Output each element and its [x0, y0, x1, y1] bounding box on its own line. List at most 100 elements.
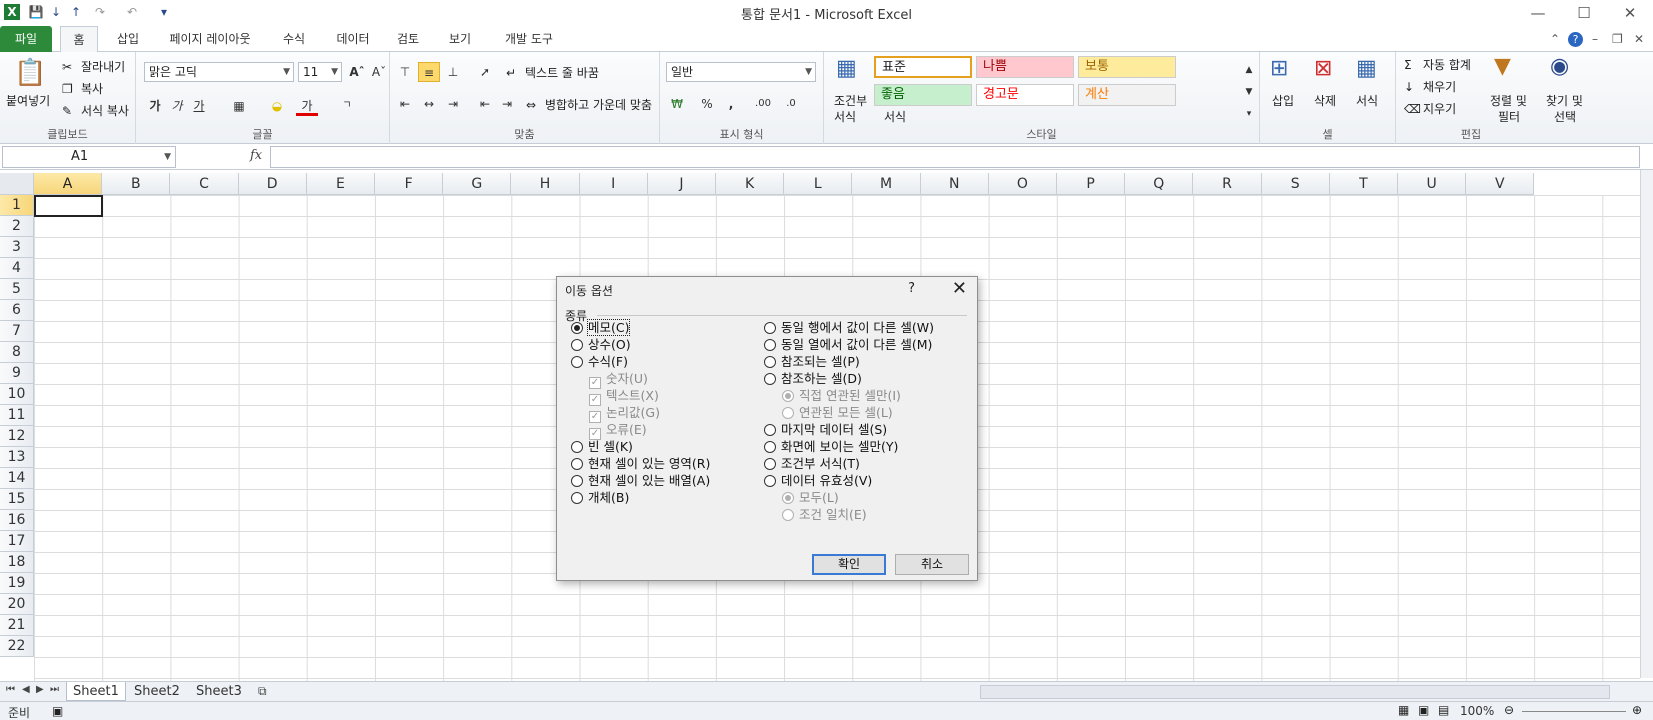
- minimize-ribbon-icon[interactable]: ⌃: [1550, 32, 1560, 46]
- font-color-button[interactable]: 가: [296, 96, 318, 116]
- cancel-button[interactable]: 취소: [895, 554, 969, 575]
- radio-button[interactable]: [764, 339, 776, 351]
- close-icon[interactable]: ✕: [1607, 0, 1653, 26]
- row-header[interactable]: 9: [0, 363, 34, 384]
- radio-button[interactable]: [571, 356, 583, 368]
- row-header[interactable]: 19: [0, 573, 34, 594]
- conditional-format-button[interactable]: 조건부: [834, 92, 867, 109]
- radio-button[interactable]: [764, 441, 776, 453]
- right-option[interactable]: 마지막 데이터 셀(S): [764, 421, 887, 438]
- radio-button[interactable]: [764, 424, 776, 436]
- column-header[interactable]: T: [1329, 173, 1398, 195]
- left-option[interactable]: 상수(O): [571, 336, 631, 353]
- column-header[interactable]: M: [852, 173, 921, 195]
- radio-button[interactable]: [571, 492, 583, 504]
- column-header[interactable]: Q: [1125, 173, 1194, 195]
- tab-review[interactable]: 검토: [388, 26, 428, 52]
- percent-icon[interactable]: %: [696, 94, 718, 114]
- tab-developer[interactable]: 개발 도구: [494, 26, 564, 52]
- left-option[interactable]: 개체(B): [571, 489, 629, 506]
- row-header[interactable]: 17: [0, 531, 34, 552]
- copy-button[interactable]: ❐ 복사: [62, 80, 103, 98]
- clear-button[interactable]: ⌫ 지우기: [1404, 100, 1456, 118]
- format-cells-icon[interactable]: ▦: [1356, 56, 1377, 81]
- cut-button[interactable]: ✂ 잘라내기: [62, 58, 125, 76]
- new-sheet-icon[interactable]: ⧉: [258, 684, 267, 699]
- align-left-icon[interactable]: ⇤: [394, 94, 416, 114]
- left-option[interactable]: 메모(C): [571, 319, 631, 336]
- window-minimize-icon[interactable]: –: [1592, 32, 1598, 46]
- tab-home[interactable]: 홈: [60, 26, 98, 53]
- row-header[interactable]: 16: [0, 510, 34, 531]
- radio-button[interactable]: [764, 373, 776, 385]
- paste-icon[interactable]: 📋: [14, 58, 46, 88]
- window-close-icon[interactable]: ✕: [1634, 32, 1644, 46]
- italic-button[interactable]: 가: [166, 96, 188, 116]
- sheet-tab-3[interactable]: Sheet3: [190, 682, 248, 701]
- format-painter-button[interactable]: ✎ 서식 복사: [62, 102, 129, 120]
- row-header[interactable]: 18: [0, 552, 34, 573]
- left-option[interactable]: 현재 셀이 있는 영역(R): [571, 455, 710, 472]
- delete-cells-icon[interactable]: ⊠: [1314, 56, 1332, 81]
- cell-style-4[interactable]: 경고문: [976, 84, 1074, 106]
- radio-button[interactable]: [764, 475, 776, 487]
- row-header[interactable]: 13: [0, 447, 34, 468]
- fill-color-icon[interactable]: ◒: [266, 96, 288, 116]
- minimize-icon[interactable]: —: [1515, 0, 1561, 26]
- right-option[interactable]: 참조하는 셀(D): [764, 370, 862, 387]
- row-header[interactable]: 5: [0, 279, 34, 300]
- vertical-scrollbar[interactable]: [1640, 170, 1653, 678]
- tab-formulas[interactable]: 수식: [272, 26, 316, 52]
- row-header[interactable]: 4: [0, 258, 34, 279]
- right-option[interactable]: 동일 열에서 값이 다른 셀(M): [764, 336, 932, 353]
- phonetic-guide-icon[interactable]: ㄱ: [336, 96, 358, 116]
- column-header[interactable]: S: [1261, 173, 1330, 195]
- sheet-tab-2[interactable]: Sheet2: [128, 682, 186, 701]
- sheet-tab-1[interactable]: Sheet1: [66, 682, 126, 701]
- wrap-text-button[interactable]: ↵ 텍스트 줄 바꿈: [506, 64, 599, 82]
- macro-record-icon[interactable]: ▣: [52, 704, 63, 718]
- delete-cells-button[interactable]: 삭제: [1314, 92, 1336, 109]
- radio-button[interactable]: [571, 475, 583, 487]
- insert-cells-button[interactable]: 삽입: [1272, 92, 1294, 109]
- decrease-indent-icon[interactable]: ⇤: [474, 94, 496, 114]
- decrease-decimal-icon[interactable]: .0: [780, 94, 802, 114]
- bold-button[interactable]: 가: [144, 96, 166, 116]
- column-header[interactable]: U: [1398, 173, 1467, 195]
- comma-icon[interactable]: ,: [720, 94, 742, 114]
- font-size-select[interactable]: 11 ▼: [298, 62, 342, 82]
- name-box[interactable]: A1 ▼: [2, 146, 176, 168]
- radio-button[interactable]: [571, 339, 583, 351]
- radio-button[interactable]: [571, 322, 583, 334]
- align-center-icon[interactable]: ↔: [418, 94, 440, 114]
- row-header[interactable]: 3: [0, 237, 34, 258]
- window-restore-icon[interactable]: ❐: [1612, 32, 1623, 46]
- page-layout-view-icon[interactable]: ▣: [1418, 703, 1429, 717]
- row-header[interactable]: 20: [0, 594, 34, 615]
- tab-page-layout[interactable]: 페이지 레이아웃: [160, 26, 260, 52]
- radio-button[interactable]: [571, 441, 583, 453]
- align-middle-icon[interactable]: ≡: [418, 62, 440, 82]
- column-header[interactable]: V: [1466, 173, 1535, 195]
- radio-button[interactable]: [764, 322, 776, 334]
- normal-view-icon[interactable]: ▦: [1398, 703, 1409, 717]
- insert-cells-icon[interactable]: ⊞: [1270, 56, 1288, 81]
- align-bottom-icon[interactable]: ⊥: [442, 62, 464, 82]
- grow-font-icon[interactable]: Aˆ: [346, 62, 368, 82]
- column-header[interactable]: O: [988, 173, 1057, 195]
- column-header[interactable]: P: [1057, 173, 1126, 195]
- next-sheet-icon[interactable]: ▶: [36, 684, 44, 695]
- cell-style-0[interactable]: 표준: [874, 56, 972, 78]
- row-header[interactable]: 21: [0, 615, 34, 636]
- column-header[interactable]: A: [34, 173, 103, 195]
- border-icon[interactable]: ▦: [228, 96, 250, 116]
- column-header[interactable]: H: [511, 173, 580, 195]
- dialog-help-icon[interactable]: ?: [908, 281, 915, 296]
- shrink-font-icon[interactable]: Aˇ: [368, 62, 390, 82]
- gallery-more-icon[interactable]: ▾: [1238, 104, 1260, 124]
- merge-center-button[interactable]: ⇔ 병합하고 가운데 맞춤: [526, 96, 652, 114]
- row-header[interactable]: 8: [0, 342, 34, 363]
- dialog-close-icon[interactable]: ✕: [952, 278, 967, 299]
- page-break-view-icon[interactable]: ▤: [1438, 703, 1449, 717]
- underline-button[interactable]: 가: [188, 96, 210, 116]
